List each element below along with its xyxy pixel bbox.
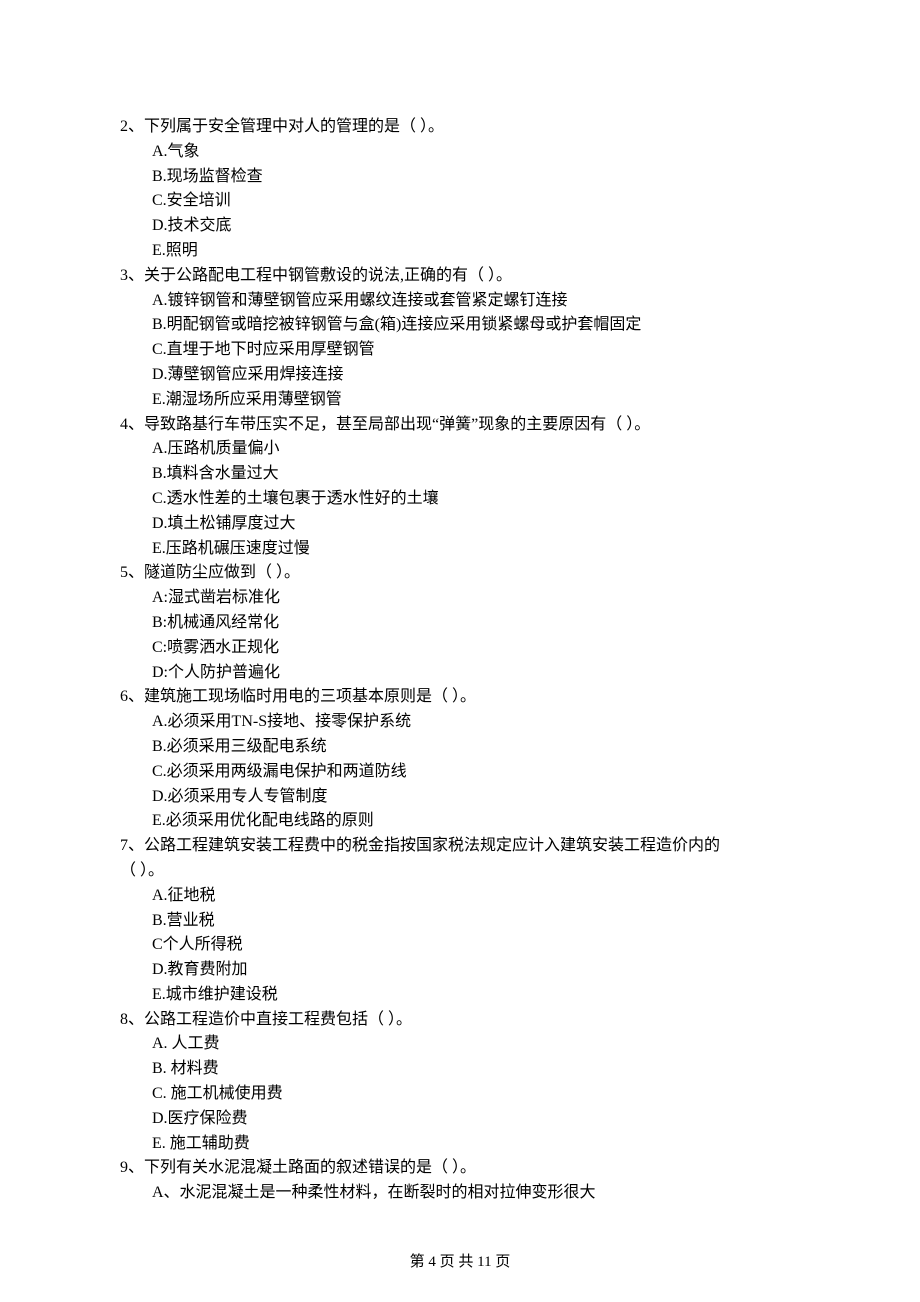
- option: E.必须采用优化配电线路的原则: [152, 809, 800, 834]
- question-stem-text: 隧道防尘应做到（ ）。: [144, 564, 300, 581]
- question-number: 7、: [120, 837, 144, 854]
- question-number: 9、: [120, 1159, 144, 1176]
- question-stem-text: 下列有关水泥混凝土路面的叙述错误的是（ ）。: [144, 1159, 476, 1176]
- footer-prefix: 第: [410, 1254, 429, 1270]
- option: A.气象: [152, 140, 800, 165]
- footer-page-number: 4: [428, 1254, 436, 1270]
- option: B.明配钢管或暗挖被锌钢管与盒(箱)连接应采用锁紧螺母或护套帽固定: [152, 313, 800, 338]
- question-number: 2、: [120, 118, 144, 135]
- option: C.直埋于地下时应采用厚壁钢管: [152, 338, 800, 363]
- option: C.透水性差的土壤包裹于透水性好的土壤: [152, 487, 800, 512]
- option: C个人所得税: [152, 933, 800, 958]
- option: C.必须采用两级漏电保护和两道防线: [152, 760, 800, 785]
- option: C.安全培训: [152, 189, 800, 214]
- option: B:机械通风经常化: [152, 611, 800, 636]
- question-stem: 7、公路工程建筑安装工程费中的税金指按国家税法规定应计入建筑安装工程造价内的: [120, 834, 800, 859]
- option: A.征地税: [152, 884, 800, 909]
- options-list: A.镀锌钢管和薄壁钢管应采用螺纹连接或套管紧定螺钉连接B.明配钢管或暗挖被锌钢管…: [120, 289, 800, 413]
- option: D.教育费附加: [152, 958, 800, 983]
- option: B.填料含水量过大: [152, 462, 800, 487]
- question: 8、公路工程造价中直接工程费包括（ ）。A. 人工费B. 材料费C. 施工机械使…: [120, 1008, 800, 1157]
- question-stem-continuation: （ ）。: [120, 859, 800, 884]
- question-stem: 2、下列属于安全管理中对人的管理的是（ ）。: [120, 115, 800, 140]
- option: A、水泥混凝土是一种柔性材料，在断裂时的相对拉伸变形很大: [152, 1181, 800, 1206]
- option: B.必须采用三级配电系统: [152, 735, 800, 760]
- option: D:个人防护普遍化: [152, 661, 800, 686]
- options-list: A. 人工费B. 材料费C. 施工机械使用费D.医疗保险费E. 施工辅助费: [120, 1032, 800, 1156]
- question-stem: 9、下列有关水泥混凝土路面的叙述错误的是（ ）。: [120, 1156, 800, 1181]
- option: D.技术交底: [152, 214, 800, 239]
- question-number: 5、: [120, 564, 144, 581]
- questions-container: 2、下列属于安全管理中对人的管理的是（ ）。A.气象B.现场监督检查C.安全培训…: [120, 115, 800, 1206]
- question: 7、公路工程建筑安装工程费中的税金指按国家税法规定应计入建筑安装工程造价内的（ …: [120, 834, 800, 1008]
- option: D.医疗保险费: [152, 1107, 800, 1132]
- question-stem-text: 公路工程建筑安装工程费中的税金指按国家税法规定应计入建筑安装工程造价内的: [144, 837, 720, 854]
- document-page: 2、下列属于安全管理中对人的管理的是（ ）。A.气象B.现场监督检查C.安全培训…: [0, 0, 920, 1302]
- page-footer: 第 4 页 共 11 页: [0, 1251, 920, 1274]
- question: 9、下列有关水泥混凝土路面的叙述错误的是（ ）。A、水泥混凝土是一种柔性材料，在…: [120, 1156, 800, 1206]
- option: A.压路机质量偏小: [152, 437, 800, 462]
- question-stem-text: 关于公路配电工程中钢管敷设的说法,正确的有（ ）。: [144, 267, 512, 284]
- question-number: 3、: [120, 267, 144, 284]
- option: A.镀锌钢管和薄壁钢管应采用螺纹连接或套管紧定螺钉连接: [152, 289, 800, 314]
- options-list: A、水泥混凝土是一种柔性材料，在断裂时的相对拉伸变形很大: [120, 1181, 800, 1206]
- question-number: 4、: [120, 416, 144, 433]
- question-stem-text: 导致路基行车带压实不足，甚至局部出现“弹簧”现象的主要原因有（ ）。: [144, 416, 650, 433]
- question: 2、下列属于安全管理中对人的管理的是（ ）。A.气象B.现场监督检查C.安全培训…: [120, 115, 800, 264]
- option: A:湿式凿岩标准化: [152, 586, 800, 611]
- option: A.必须采用TN-S接地、接零保护系统: [152, 710, 800, 735]
- question-stem: 5、隧道防尘应做到（ ）。: [120, 561, 800, 586]
- option: D.必须采用专人专管制度: [152, 785, 800, 810]
- footer-middle: 页 共: [436, 1254, 477, 1270]
- question: 5、隧道防尘应做到（ ）。A:湿式凿岩标准化B:机械通风经常化C:喷雾洒水正规化…: [120, 561, 800, 685]
- option: E. 施工辅助费: [152, 1132, 800, 1157]
- question-stem-text: 建筑施工现场临时用电的三项基本原则是（ ）。: [144, 688, 476, 705]
- options-list: A:湿式凿岩标准化B:机械通风经常化C:喷雾洒水正规化D:个人防护普遍化: [120, 586, 800, 685]
- question-number: 6、: [120, 688, 144, 705]
- option: B.现场监督检查: [152, 165, 800, 190]
- footer-total-pages: 11: [477, 1254, 491, 1270]
- question-stem: 4、导致路基行车带压实不足，甚至局部出现“弹簧”现象的主要原因有（ ）。: [120, 413, 800, 438]
- question-number: 8、: [120, 1011, 144, 1028]
- option: D.薄壁钢管应采用焊接连接: [152, 363, 800, 388]
- option: A. 人工费: [152, 1032, 800, 1057]
- option: C:喷雾洒水正规化: [152, 636, 800, 661]
- options-list: A.征地税B.营业税C个人所得税D.教育费附加E.城市维护建设税: [120, 884, 800, 1008]
- options-list: A.必须采用TN-S接地、接零保护系统B.必须采用三级配电系统C.必须采用两级漏…: [120, 710, 800, 834]
- option: E.压路机碾压速度过慢: [152, 537, 800, 562]
- option: B. 材料费: [152, 1057, 800, 1082]
- option: C. 施工机械使用费: [152, 1082, 800, 1107]
- question-stem: 6、建筑施工现场临时用电的三项基本原则是（ ）。: [120, 685, 800, 710]
- option: E.潮湿场所应采用薄壁钢管: [152, 388, 800, 413]
- question: 4、导致路基行车带压实不足，甚至局部出现“弹簧”现象的主要原因有（ ）。A.压路…: [120, 413, 800, 562]
- question: 3、关于公路配电工程中钢管敷设的说法,正确的有（ ）。A.镀锌钢管和薄壁钢管应采…: [120, 264, 800, 413]
- option: E.照明: [152, 239, 800, 264]
- option: E.城市维护建设税: [152, 983, 800, 1008]
- footer-suffix: 页: [492, 1254, 511, 1270]
- question-stem-text: 下列属于安全管理中对人的管理的是（ ）。: [144, 118, 444, 135]
- option: B.营业税: [152, 909, 800, 934]
- question-stem: 8、公路工程造价中直接工程费包括（ ）。: [120, 1008, 800, 1033]
- option: D.填土松铺厚度过大: [152, 512, 800, 537]
- options-list: A.气象B.现场监督检查C.安全培训D.技术交底E.照明: [120, 140, 800, 264]
- question: 6、建筑施工现场临时用电的三项基本原则是（ ）。A.必须采用TN-S接地、接零保…: [120, 685, 800, 834]
- question-stem-text: 公路工程造价中直接工程费包括（ ）。: [144, 1011, 412, 1028]
- question-stem: 3、关于公路配电工程中钢管敷设的说法,正确的有（ ）。: [120, 264, 800, 289]
- options-list: A.压路机质量偏小B.填料含水量过大C.透水性差的土壤包裹于透水性好的土壤D.填…: [120, 437, 800, 561]
